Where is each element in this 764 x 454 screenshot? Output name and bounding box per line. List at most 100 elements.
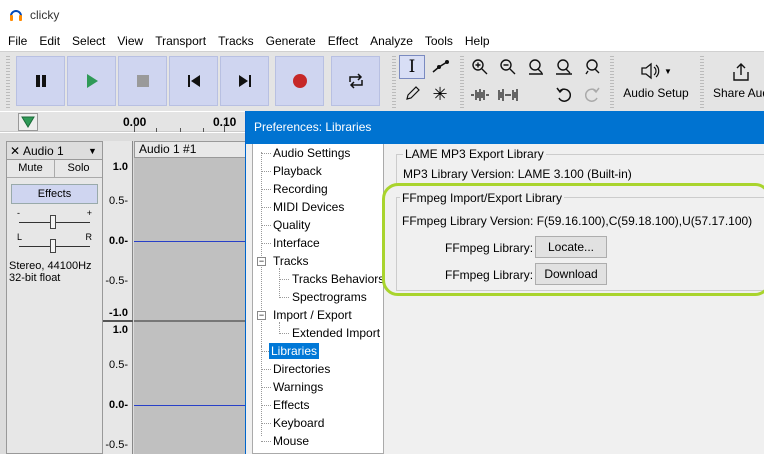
zoom-out-button[interactable]	[495, 54, 521, 80]
toolbar-grip[interactable]	[392, 56, 396, 108]
gain-slider-thumb[interactable]	[50, 215, 56, 229]
audio-setup-button[interactable]: ▼ Audio Setup	[618, 56, 694, 106]
loop-button[interactable]	[331, 56, 380, 106]
zoom-out-icon	[500, 59, 516, 75]
tree-line	[261, 171, 271, 172]
share-icon	[733, 63, 749, 81]
tree-item-spectrograms[interactable]: Spectrograms	[290, 289, 369, 305]
tree-item-extended-import[interactable]: Extended Import	[290, 325, 382, 341]
speaker-icon	[641, 62, 660, 80]
tree-item-libraries[interactable]: Libraries	[269, 343, 320, 359]
draw-tool-button[interactable]	[399, 82, 425, 106]
tree-item-effects[interactable]: Effects	[271, 397, 311, 413]
tree-line	[261, 153, 271, 154]
highlight-outline	[382, 183, 764, 296]
fit-selection-button[interactable]	[523, 54, 549, 80]
envelope-tool-button[interactable]	[427, 55, 453, 79]
ruler-label: -0.5-	[105, 275, 128, 287]
tree-line	[261, 207, 271, 208]
audacity-logo-icon	[10, 10, 22, 21]
tree-line	[279, 268, 280, 298]
play-button[interactable]	[67, 56, 116, 106]
solo-button[interactable]: Solo	[55, 160, 102, 177]
collapse-icon[interactable]: −	[257, 257, 266, 266]
record-icon	[292, 74, 307, 88]
clip-header[interactable]: Audio 1 #1	[134, 141, 250, 158]
share-audio-button[interactable]: Share Aud	[706, 56, 764, 106]
share-audio-label: Share Aud	[712, 86, 764, 100]
selection-tool-button[interactable]: I	[399, 55, 425, 79]
timeline-tick	[134, 124, 135, 132]
skip-to-end-button[interactable]	[220, 56, 269, 106]
stop-button[interactable]	[118, 56, 167, 106]
menu-tracks[interactable]: Tracks	[212, 34, 260, 48]
tree-item-mouse[interactable]: Mouse	[271, 433, 311, 449]
close-icon[interactable]: ✕	[7, 144, 23, 158]
trim-audio-button[interactable]	[467, 82, 493, 108]
ruler-label: 0.0-	[109, 235, 128, 247]
ruler-label: 0.5-	[109, 359, 128, 371]
redo-button[interactable]	[579, 82, 605, 108]
vertical-ruler: 1.0 0.5- 0.0- -0.5- -1.0 1.0 0.5- 0.0- -…	[103, 141, 133, 454]
skip-to-start-icon	[187, 75, 200, 87]
menu-select[interactable]: Select	[66, 34, 111, 48]
waveform-area[interactable]: Audio 1 #1	[134, 141, 250, 454]
triangle-down-icon	[21, 116, 35, 128]
tree-item-tracks-behaviors[interactable]: Tracks Behaviors	[290, 271, 386, 287]
menu-file[interactable]: File	[2, 34, 33, 48]
gain-plus-label: +	[86, 208, 92, 218]
menu-generate[interactable]: Generate	[260, 34, 322, 48]
menu-edit[interactable]: Edit	[33, 34, 66, 48]
toolbar-grip[interactable]	[6, 56, 10, 108]
menu-analyze[interactable]: Analyze	[364, 34, 419, 48]
menu-view[interactable]: View	[111, 34, 149, 48]
tree-item-import-export[interactable]: Import / Export	[271, 307, 354, 323]
zoom-selection-icon	[529, 59, 543, 75]
play-head-button[interactable]	[18, 113, 38, 131]
tree-item-interface[interactable]: Interface	[271, 235, 322, 251]
tree-item-quality[interactable]: Quality	[271, 217, 312, 233]
timeline-tick	[203, 128, 204, 132]
undo-button[interactable]	[551, 82, 577, 108]
track-bit-depth: 32-bit float	[9, 272, 61, 284]
mute-button[interactable]: Mute	[7, 160, 55, 177]
timeline-tick	[224, 124, 225, 132]
menu-effect[interactable]: Effect	[322, 34, 364, 48]
toolbar-grip[interactable]	[460, 56, 464, 108]
track-name[interactable]: Audio 1	[23, 144, 88, 158]
zoom-toggle-button[interactable]	[579, 54, 605, 80]
tree-line	[261, 369, 271, 370]
tree-item-keyboard[interactable]: Keyboard	[271, 415, 326, 431]
pause-button[interactable]	[16, 56, 65, 106]
menu-tools[interactable]: Tools	[419, 34, 459, 48]
tree-line	[261, 423, 271, 424]
tree-item-tracks[interactable]: Tracks	[271, 253, 311, 269]
multi-tool-button[interactable]: ✳	[427, 82, 453, 106]
tree-item-warnings[interactable]: Warnings	[271, 379, 325, 395]
tree-item-midi-devices[interactable]: MIDI Devices	[271, 199, 346, 215]
envelope-icon	[432, 60, 449, 73]
collapse-icon[interactable]: −	[257, 311, 266, 320]
toolbar-grip[interactable]	[700, 56, 704, 108]
tree-item-audio-settings[interactable]: Audio Settings	[271, 145, 352, 161]
silence-audio-button[interactable]	[495, 82, 521, 108]
zoom-in-icon	[472, 59, 488, 75]
gain-slider[interactable]: - +	[7, 208, 102, 234]
tree-item-playback[interactable]: Playback	[271, 163, 324, 179]
chevron-down-icon[interactable]: ▼	[88, 146, 102, 156]
tree-line	[261, 189, 271, 190]
menu-transport[interactable]: Transport	[149, 34, 212, 48]
pan-slider[interactable]: L R	[7, 232, 102, 258]
menu-help[interactable]: Help	[459, 34, 496, 48]
pan-left-label: L	[17, 232, 23, 242]
toolbar-grip[interactable]	[610, 56, 614, 108]
tree-line	[261, 243, 271, 244]
tree-item-recording[interactable]: Recording	[271, 181, 330, 197]
skip-to-start-button[interactable]	[169, 56, 218, 106]
zoom-in-button[interactable]	[467, 54, 493, 80]
effects-button[interactable]: Effects	[11, 184, 98, 204]
record-button[interactable]	[275, 56, 324, 106]
tree-item-directories[interactable]: Directories	[271, 361, 332, 377]
fit-project-button[interactable]	[551, 54, 577, 80]
pan-slider-thumb[interactable]	[50, 239, 56, 253]
